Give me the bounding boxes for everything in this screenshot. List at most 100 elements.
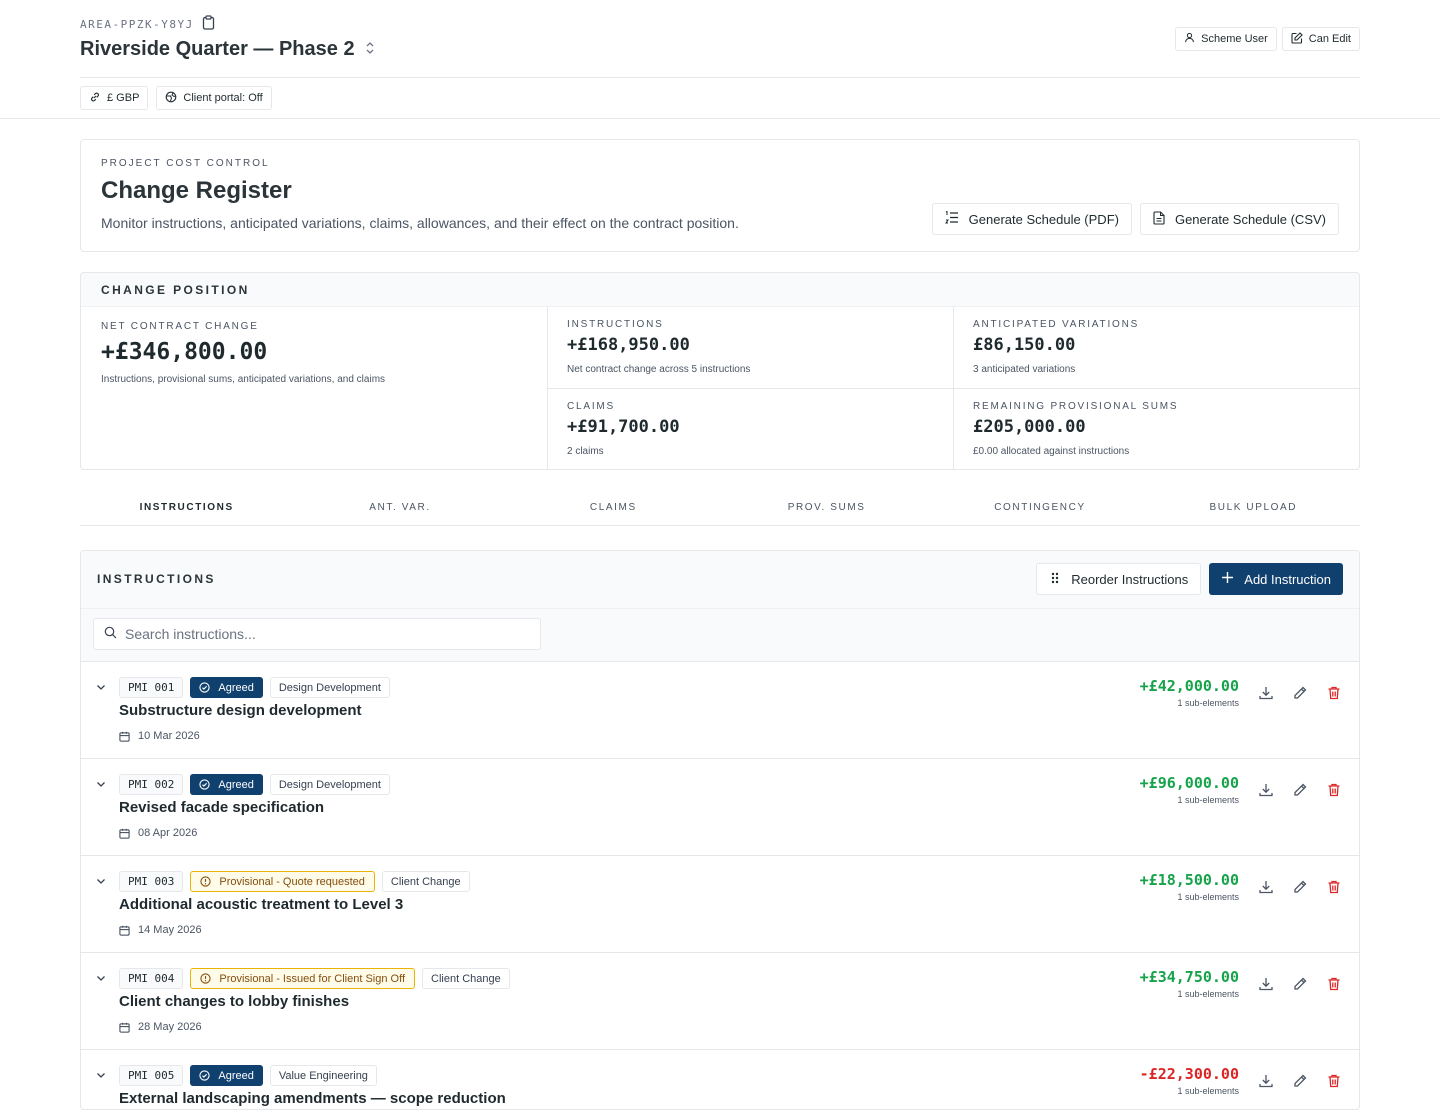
sub-elements-count: 1 sub-elements bbox=[1177, 795, 1239, 805]
instruction-amount: +£18,500.00 1 sub-elements bbox=[1140, 871, 1239, 902]
instructions-kpi: INSTRUCTIONS +£168,950.00 Net contract c… bbox=[548, 307, 954, 389]
chevron-down-icon[interactable] bbox=[95, 680, 107, 698]
instructions-kpi-value: +£168,950.00 bbox=[567, 335, 690, 355]
tab-claims[interactable]: CLAIMS bbox=[507, 490, 720, 525]
amount-value: +£34,750.00 bbox=[1139, 968, 1239, 986]
register-tabs: INSTRUCTIONS ANT. VAR. CLAIMS PROV. SUMS… bbox=[80, 490, 1360, 526]
alert-circle-icon bbox=[200, 876, 211, 887]
calendar-icon bbox=[119, 828, 130, 839]
category-badge: Client Change bbox=[422, 968, 510, 989]
pencil-icon[interactable] bbox=[1291, 878, 1309, 896]
chevron-down-icon[interactable] bbox=[95, 971, 107, 989]
tab-instructions[interactable]: INSTRUCTIONS bbox=[80, 490, 293, 525]
instruction-row[interactable]: PMI 004 Provisional - Issued for Client … bbox=[81, 953, 1359, 1050]
user-icon bbox=[1184, 32, 1195, 46]
provisional-kpi-label: REMAINING PROVISIONAL SUMS bbox=[973, 401, 1179, 412]
instruction-id: PMI 003 bbox=[119, 871, 184, 892]
generate-csv-button[interactable]: Generate Schedule (CSV) bbox=[1139, 203, 1339, 235]
amount-value: -£22,300.00 bbox=[1139, 1065, 1239, 1083]
status-label: Provisional - Quote requested bbox=[219, 875, 365, 888]
generate-pdf-label: Generate Schedule (PDF) bbox=[968, 211, 1119, 227]
chevron-down-icon[interactable] bbox=[95, 777, 107, 795]
instruction-title: Additional acoustic treatment to Level 3 bbox=[119, 896, 404, 913]
status-label: Provisional - Issued for Client Sign Off bbox=[219, 972, 406, 985]
status-label: Agreed bbox=[218, 681, 254, 694]
category-badge: Value Engineering bbox=[269, 1065, 377, 1086]
instruction-row[interactable]: PMI 003 Provisional - Quote requested Cl… bbox=[81, 856, 1359, 953]
pencil-icon[interactable] bbox=[1291, 1072, 1309, 1090]
status-badge: Agreed bbox=[190, 1065, 263, 1086]
trash-icon[interactable] bbox=[1325, 781, 1343, 799]
instruction-amount: +£96,000.00 1 sub-elements bbox=[1140, 774, 1239, 805]
project-title: Riverside Quarter — Phase 2 bbox=[80, 38, 355, 60]
category-badge: Design Development bbox=[269, 677, 390, 698]
add-instruction-button[interactable]: Add Instruction bbox=[1209, 563, 1343, 595]
instruction-amount: -£22,300.00 1 sub-elements bbox=[1140, 1065, 1239, 1096]
tab-contingency[interactable]: CONTINGENCY bbox=[933, 490, 1146, 525]
instruction-row[interactable]: PMI 002 Agreed Design Development Revise… bbox=[81, 759, 1359, 856]
pencil-icon[interactable] bbox=[1291, 975, 1309, 993]
trash-icon[interactable] bbox=[1325, 878, 1343, 896]
instruction-row[interactable]: PMI 005 Agreed Value Engineering Externa… bbox=[81, 1050, 1359, 1109]
page-description: Monitor instructions, anticipated variat… bbox=[101, 215, 739, 231]
clipboard-icon[interactable] bbox=[202, 15, 215, 33]
instruction-id: PMI 002 bbox=[119, 774, 184, 795]
claims-kpi-label: CLAIMS bbox=[567, 401, 616, 412]
header-divider bbox=[80, 77, 1360, 78]
instructions-kpi-label: INSTRUCTIONS bbox=[567, 319, 664, 330]
plus-icon bbox=[1221, 571, 1234, 587]
check-circle-icon bbox=[199, 1070, 210, 1081]
anticipated-kpi-value: £86,150.00 bbox=[973, 335, 1076, 355]
reorder-label: Reorder Instructions bbox=[1071, 571, 1189, 587]
pencil-icon[interactable] bbox=[1291, 781, 1309, 799]
sub-elements-count: 1 sub-elements bbox=[1177, 1086, 1239, 1096]
instructions-kpi-sub: Net contract change across 5 instruction… bbox=[567, 364, 751, 375]
intro-eyebrow: PROJECT COST CONTROL bbox=[101, 158, 270, 169]
can-edit-button[interactable]: Can Edit bbox=[1281, 27, 1360, 51]
scheme-user-button[interactable]: Scheme User bbox=[1175, 27, 1277, 51]
status-label: Agreed bbox=[218, 778, 254, 791]
chevron-updown-icon bbox=[365, 38, 375, 61]
reorder-instructions-button[interactable]: Reorder Instructions bbox=[1036, 563, 1202, 595]
calendar-icon bbox=[119, 731, 130, 742]
amount-value: +£18,500.00 bbox=[1139, 871, 1239, 889]
pencil-icon[interactable] bbox=[1291, 684, 1309, 702]
currency-pill[interactable]: £ GBP bbox=[80, 86, 149, 110]
net-change-label: NET CONTRACT CHANGE bbox=[101, 321, 259, 332]
download-icon[interactable] bbox=[1257, 684, 1275, 702]
trash-icon[interactable] bbox=[1325, 684, 1343, 702]
trash-icon[interactable] bbox=[1325, 975, 1343, 993]
chevron-down-icon[interactable] bbox=[95, 874, 107, 892]
instruction-title: External landscaping amendments — scope … bbox=[119, 1090, 506, 1107]
tab-provisional-sums[interactable]: PROV. SUMS bbox=[720, 490, 933, 525]
currency-label: £ GBP bbox=[107, 92, 140, 104]
amount-value: +£96,000.00 bbox=[1139, 774, 1239, 792]
download-icon[interactable] bbox=[1257, 878, 1275, 896]
generate-pdf-button[interactable]: Generate Schedule (PDF) bbox=[931, 203, 1132, 235]
chevron-down-icon[interactable] bbox=[95, 1068, 107, 1086]
claims-kpi-value: +£91,700.00 bbox=[567, 417, 680, 437]
download-icon[interactable] bbox=[1257, 975, 1275, 993]
instruction-title: Substructure design development bbox=[119, 702, 362, 719]
trash-icon[interactable] bbox=[1325, 1072, 1343, 1090]
instruction-date: 10 Mar 2026 bbox=[119, 730, 200, 742]
client-portal-pill[interactable]: Client portal: Off bbox=[156, 86, 272, 110]
instruction-date: 14 May 2026 bbox=[119, 924, 202, 936]
tab-bulk-upload[interactable]: BULK UPLOAD bbox=[1147, 490, 1360, 525]
date-text: 14 May 2026 bbox=[138, 924, 202, 936]
sub-elements-count: 1 sub-elements bbox=[1177, 989, 1239, 999]
add-instruction-label: Add Instruction bbox=[1244, 571, 1331, 587]
instruction-row[interactable]: PMI 001 Agreed Design Development Substr… bbox=[81, 662, 1359, 759]
area-code-text: AREA-PPZK-Y8YJ bbox=[80, 17, 194, 31]
download-icon[interactable] bbox=[1257, 1072, 1275, 1090]
download-icon[interactable] bbox=[1257, 781, 1275, 799]
tab-anticipated-variations[interactable]: ANT. VAR. bbox=[293, 490, 506, 525]
client-portal-label: Client portal: Off bbox=[183, 92, 263, 104]
page-title: Change Register bbox=[101, 177, 292, 204]
category-badge: Client Change bbox=[381, 871, 470, 892]
search-input[interactable]: Search instructions... bbox=[93, 618, 541, 650]
change-position-card: CHANGE POSITION NET CONTRACT CHANGE +£34… bbox=[80, 272, 1360, 470]
project-selector[interactable]: Riverside Quarter — Phase 2 bbox=[80, 38, 375, 61]
category-badge: Design Development bbox=[269, 774, 390, 795]
change-register-card: PROJECT COST CONTROL Change Register Mon… bbox=[80, 139, 1360, 252]
